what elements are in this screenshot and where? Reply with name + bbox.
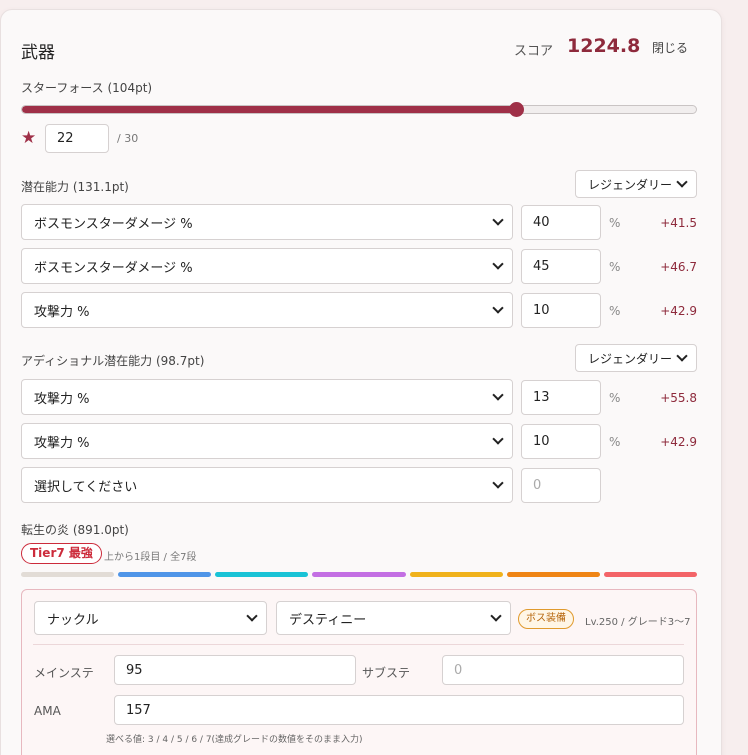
chevron-down-icon (246, 610, 258, 622)
sub-stat-label: サブステ (362, 666, 411, 680)
main-stat-label: メインステ (34, 666, 94, 680)
star-force-input[interactable]: 22 (45, 124, 109, 153)
potential-line-1-stat: ボスモンスターダメージ % (34, 216, 193, 232)
tier-description: 上から1段目 / 全7段 (104, 552, 197, 563)
additional-grade-value: レジェンダリー (588, 351, 673, 366)
additional-line-2-stat: 攻撃力 % (34, 435, 90, 451)
potential-line-3-unit: % (609, 304, 621, 318)
chevron-down-icon (676, 350, 688, 362)
additional-line-1-stat: 攻撃力 % (34, 391, 90, 407)
ama-label: AMA (34, 704, 61, 718)
weapon-name-select[interactable]: デスティニー (276, 601, 511, 635)
tier-bar (409, 572, 503, 577)
weapon-type-select[interactable]: ナックル (34, 601, 267, 635)
close-button[interactable]: 閉じる (645, 36, 695, 60)
chevron-down-icon (676, 176, 688, 188)
main-stat-input[interactable]: 95 (114, 655, 356, 685)
additional-line-3-value[interactable]: 0 (521, 468, 601, 503)
additional-line-1-delta: +55.8 (660, 391, 697, 405)
additional-potential-label: アディショナル潜在能力 (98.7pt) (21, 354, 205, 368)
tier-badge: Tier7 最強 (21, 543, 102, 564)
potential-line-2-stat: ボスモンスターダメージ % (34, 260, 193, 276)
additional-line-3-stat: 選択してください (34, 479, 138, 495)
potential-line-2-value[interactable]: 45 (521, 249, 601, 284)
additional-line-2-value[interactable]: 10 (521, 424, 601, 459)
potential-line-1-select[interactable]: ボスモンスターダメージ % (21, 204, 513, 240)
tier-bar (603, 572, 697, 577)
boss-equipment-badge: ボス装備 (518, 609, 574, 629)
potential-grade-value: レジェンダリー (588, 177, 673, 192)
score-label: スコア (514, 44, 554, 59)
tier-bar (312, 572, 406, 577)
chevron-down-icon (492, 302, 504, 314)
chevron-down-icon (492, 258, 504, 270)
additional-line-2-unit: % (609, 435, 621, 449)
chevron-down-icon (492, 214, 504, 226)
star-force-slider-thumb[interactable] (509, 102, 524, 117)
potential-grade-select[interactable]: レジェンダリー (575, 170, 697, 198)
ama-input[interactable]: 157 (114, 695, 684, 725)
chevron-down-icon (492, 389, 504, 401)
potential-line-2-select[interactable]: ボスモンスターダメージ % (21, 248, 513, 284)
weapon-name-value: デスティニー (289, 612, 367, 628)
potential-line-1-delta: +41.5 (660, 216, 697, 230)
score-value: 1224.8 (567, 35, 641, 57)
level-grade-text: Lv.250 / グレード3〜7 (585, 617, 691, 628)
potential-line-3-value[interactable]: 10 (521, 293, 601, 328)
potential-line-2-delta: +46.7 (660, 260, 697, 274)
star-force-slider-fill (22, 106, 517, 113)
star-force-label: スターフォース (104pt) (21, 81, 153, 95)
potential-line-2-unit: % (609, 260, 621, 274)
additional-line-1-select[interactable]: 攻撃力 % (21, 379, 513, 415)
panel-title: 武器 (21, 43, 55, 63)
tier-bar (506, 572, 600, 577)
potential-line-3-stat: 攻撃力 % (34, 304, 90, 320)
chevron-down-icon (492, 477, 504, 489)
selectable-values-hint: 選べる値: 3 / 4 / 5 / 6 / 7(達成グレードの数値をそのまま入力… (106, 735, 363, 745)
chevron-down-icon (492, 433, 504, 445)
additional-line-2-select[interactable]: 攻撃力 % (21, 423, 513, 459)
additional-line-3-select[interactable]: 選択してください (21, 467, 513, 503)
additional-line-2-delta: +42.9 (660, 435, 697, 449)
potential-label: 潜在能力 (131.1pt) (21, 180, 129, 194)
additional-line-1-value[interactable]: 13 (521, 380, 601, 415)
potential-line-1-value[interactable]: 40 (521, 205, 601, 240)
flame-label: 転生の炎 (891.0pt) (21, 523, 129, 537)
tier-bar (118, 572, 212, 577)
tier-bar (21, 572, 115, 577)
sub-stat-input[interactable]: 0 (442, 655, 684, 685)
star-force-max: / 30 (117, 132, 139, 145)
weapon-type-value: ナックル (47, 612, 99, 628)
additional-line-1-unit: % (609, 391, 621, 405)
star-force-slider[interactable] (21, 105, 697, 114)
divider (33, 644, 684, 645)
star-icon: ★ (21, 128, 37, 148)
potential-line-1-unit: % (609, 216, 621, 230)
potential-line-3-select[interactable]: 攻撃力 % (21, 292, 513, 328)
chevron-down-icon (490, 610, 502, 622)
potential-line-3-delta: +42.9 (660, 304, 697, 318)
additional-grade-select[interactable]: レジェンダリー (575, 344, 697, 372)
tier-bar (215, 572, 309, 577)
